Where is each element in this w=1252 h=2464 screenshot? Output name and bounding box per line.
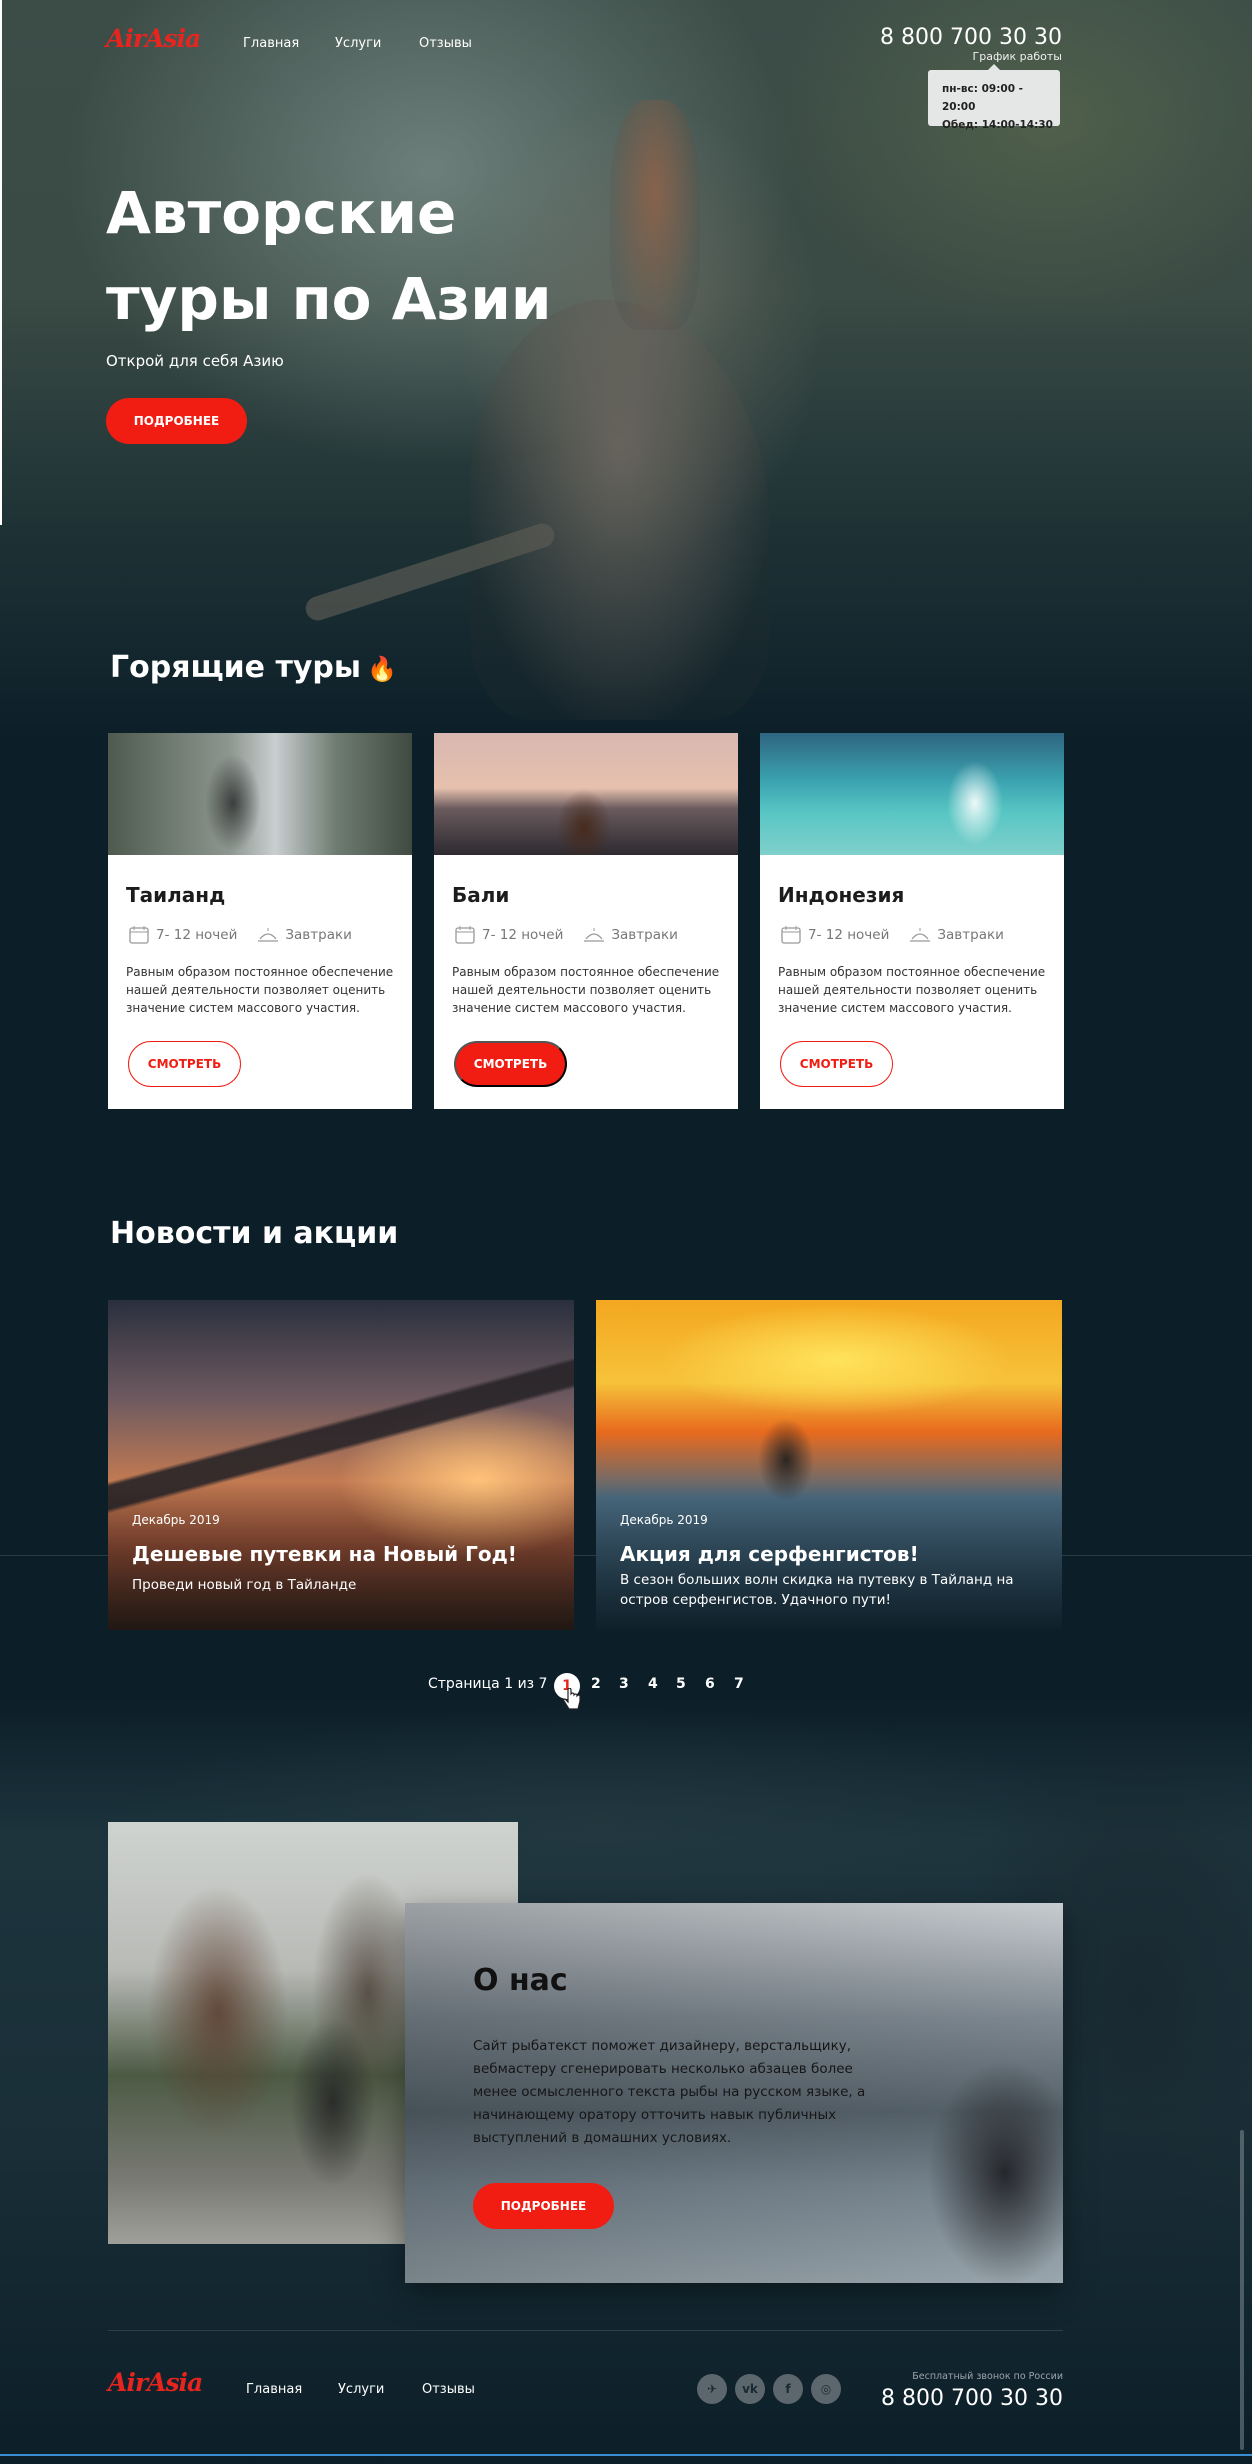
news-headline[interactable]: Акция для серфенгистов!: [620, 1542, 919, 1566]
footer-nav-services[interactable]: Услуги: [338, 2382, 384, 2397]
view-tour-button[interactable]: СМОТРЕТЬ: [128, 1041, 241, 1087]
page-link[interactable]: 7: [734, 1676, 744, 1692]
bottom-accent-line: [0, 2454, 1252, 2456]
about-text: Сайт рыбатекст поможет дизайнеру, верста…: [473, 2038, 866, 2146]
footer-divider: [108, 2330, 1063, 2331]
tour-meta: 7- 12 ночей Завтраки: [778, 925, 1046, 945]
telegram-icon[interactable]: ✈: [697, 2374, 727, 2404]
dish-icon: [584, 928, 605, 942]
hero-subtitle: Открой для себя Азию: [106, 352, 284, 370]
calendar-icon: [129, 926, 149, 944]
about-details-button[interactable]: ПОДРОБНЕЕ: [473, 2183, 614, 2229]
free-call-label: Бесплатный звонок по России: [912, 2371, 1063, 2382]
flame-icon: 🔥: [367, 655, 397, 683]
schedule-label[interactable]: График работы: [973, 50, 1062, 63]
schedule-tooltip: пн-вс: 09:00 - 20:00 Обед: 14:00-14:30: [928, 64, 1060, 131]
news-text: Проведи новый год в Тайланде: [132, 1577, 357, 1593]
view-tour-button[interactable]: СМОТРЕТЬ: [780, 1041, 893, 1087]
calendar-icon: [455, 926, 475, 944]
tour-meals: Завтраки: [937, 927, 1004, 943]
tour-description: Равным образом постоянное обеспечение на…: [778, 965, 1046, 1015]
footer-nav-reviews[interactable]: Отзывы: [422, 2382, 475, 2397]
about-title: О нас: [473, 1963, 568, 1998]
news-card[interactable]: Декабрь 2019 Акция для серфенгистов! В с…: [596, 1300, 1062, 1630]
tour-nights: 7- 12 ночей: [156, 927, 238, 943]
hero-title: Авторские туры по Азии: [106, 179, 552, 333]
schedule-weekdays: пн-вс: 09:00 - 20:00: [942, 83, 1024, 113]
dish-icon: [910, 928, 931, 942]
news-date: Декабрь 2019: [620, 1513, 708, 1527]
page-link[interactable]: 2: [591, 1676, 601, 1692]
hero-background-photo: [0, 0, 1252, 740]
hot-tours-title: Горящие туры 🔥: [110, 650, 397, 685]
page-link[interactable]: 3: [619, 1676, 629, 1692]
tour-name: Таиланд: [126, 883, 226, 907]
news-card[interactable]: Декабрь 2019 Дешевые путевки на Новый Го…: [108, 1300, 574, 1630]
pagination-label: Страница 1 из 7: [428, 1676, 548, 1692]
tour-meta: 7- 12 ночей Завтраки: [126, 925, 394, 945]
view-tour-button[interactable]: СМОТРЕТЬ: [454, 1041, 567, 1087]
tour-image[interactable]: [434, 733, 738, 855]
left-edge-line: [0, 0, 2, 525]
page-link[interactable]: 4: [648, 1676, 658, 1692]
hand-cursor-icon: [563, 1688, 581, 1710]
scrollbar-thumb[interactable]: [1240, 2130, 1244, 2450]
tour-name: Бали: [452, 883, 510, 907]
facebook-icon[interactable]: f: [773, 2374, 803, 2404]
news-date: Декабрь 2019: [132, 1513, 220, 1527]
tour-card-thailand[interactable]: Таиланд 7- 12 ночей Завтраки Равным обра…: [108, 733, 412, 1109]
news-title: Новости и акции: [110, 1216, 399, 1251]
header-phone[interactable]: 8 800 700 30 30: [880, 25, 1062, 50]
tour-card-bali[interactable]: Бали 7- 12 ночей Завтраки Равным образом…: [434, 733, 738, 1109]
tour-image[interactable]: [108, 733, 412, 855]
tour-nights: 7- 12 ночей: [482, 927, 564, 943]
elephant-shape: [470, 300, 770, 720]
page-link[interactable]: 6: [705, 1676, 715, 1692]
tour-nights: 7- 12 ночей: [808, 927, 890, 943]
news-headline[interactable]: Дешевые путевки на Новый Год!: [132, 1542, 517, 1566]
nav-item-home[interactable]: Главная: [243, 36, 299, 51]
page-link[interactable]: 5: [676, 1676, 686, 1692]
vk-icon[interactable]: vk: [735, 2374, 765, 2404]
instagram-icon[interactable]: ◎: [811, 2374, 841, 2404]
tour-meals: Завтраки: [611, 927, 678, 943]
calendar-icon: [781, 926, 801, 944]
schedule-lunch: Обед: 14:00-14:30: [942, 119, 1053, 131]
news-text: В сезон больших волн скидка на путевку в…: [620, 1572, 1014, 1608]
about-card: О нас Сайт рыбатекст поможет дизайнеру, …: [405, 1903, 1063, 2283]
tour-description: Равным образом постоянное обеспечение на…: [126, 965, 394, 1015]
hero-details-button[interactable]: ПОДРОБНЕЕ: [106, 398, 247, 444]
footer-phone[interactable]: 8 800 700 30 30: [881, 2386, 1063, 2411]
tour-description: Равным образом постоянное обеспечение на…: [452, 965, 720, 1015]
nav-item-services[interactable]: Услуги: [335, 36, 381, 51]
footer-logo[interactable]: AirAsia: [108, 2368, 203, 2397]
tour-card-indonesia[interactable]: Индонезия 7- 12 ночей Завтраки Равным об…: [760, 733, 1064, 1109]
nav-item-reviews[interactable]: Отзывы: [419, 36, 472, 51]
tour-meals: Завтраки: [285, 927, 352, 943]
logo[interactable]: AirAsia: [106, 24, 201, 53]
hot-tours-title-text: Горящие туры: [110, 650, 361, 685]
footer-nav-home[interactable]: Главная: [246, 2382, 302, 2397]
tour-meta: 7- 12 ночей Завтраки: [452, 925, 720, 945]
tour-image[interactable]: [760, 733, 1064, 855]
dish-icon: [258, 928, 279, 942]
tour-name: Индонезия: [778, 883, 905, 907]
